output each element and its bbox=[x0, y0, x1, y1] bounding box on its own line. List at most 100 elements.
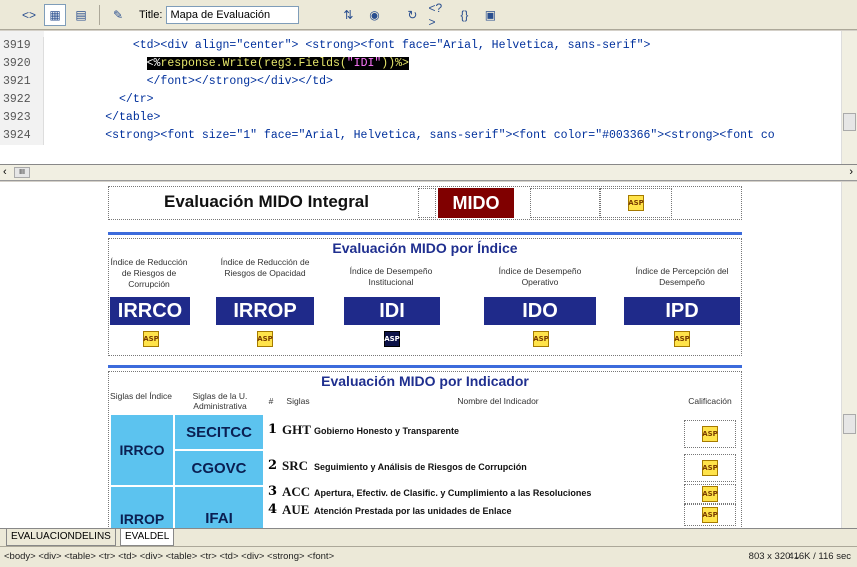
indice-title: Evaluación MIDO por Índice bbox=[332, 240, 518, 256]
scroll-thumb[interactable] bbox=[843, 113, 856, 131]
section-rule bbox=[108, 232, 742, 235]
download-size-time: 416K / 116 sec bbox=[788, 551, 851, 562]
asp-open-tag: <% bbox=[146, 57, 161, 70]
code-text: </table> bbox=[50, 111, 161, 124]
scroll-right-arrow-icon[interactable]: › bbox=[849, 166, 853, 178]
scroll-thumb[interactable] bbox=[843, 414, 856, 434]
idi-index-button[interactable]: IDI bbox=[344, 297, 440, 325]
visual-aids-icon[interactable]: ▣ bbox=[479, 4, 501, 26]
code-line: 3922 </tr> bbox=[0, 91, 857, 109]
document-toolbar: <> ▦ ▤ ✎ Title: ⇅ ◉ ↻ <?> {} ▣ bbox=[0, 0, 857, 30]
status-bar: <body> <div> <table> <tr> <td> <div> <ta… bbox=[0, 546, 857, 567]
line-number: 3919 bbox=[0, 37, 44, 55]
col-header: Nombre del Indicador bbox=[457, 396, 539, 406]
row-sigla: SRC bbox=[282, 458, 309, 473]
tab-evaldel[interactable]: EVALDEL bbox=[120, 529, 175, 546]
title-label: Title: bbox=[139, 8, 163, 21]
index-label: Índice de Desempeño Operativo bbox=[498, 266, 582, 287]
preview-browser-icon[interactable]: ◉ bbox=[363, 4, 385, 26]
code-line-highlighted: 3920 <%response.Write(reg3.Fields("IDI")… bbox=[0, 55, 857, 73]
irrco-index-button[interactable]: IRRCO bbox=[110, 297, 190, 325]
code-horizontal-scrollbar[interactable]: ‹ III › bbox=[0, 165, 857, 181]
scroll-left-arrow-icon[interactable]: ‹ bbox=[3, 166, 7, 178]
unit-cell: SECITCC bbox=[174, 414, 264, 450]
spacer-cell bbox=[530, 188, 600, 218]
row-number: 3 bbox=[268, 484, 278, 499]
row-number: 1 bbox=[268, 422, 278, 437]
col-header: Siglas del Índice bbox=[110, 391, 172, 401]
title-input[interactable] bbox=[166, 5, 300, 24]
refresh-icon[interactable]: ↻ bbox=[401, 4, 423, 26]
line-number: 3922 bbox=[0, 91, 44, 109]
asp-icon[interactable]: ASP bbox=[533, 331, 549, 347]
col-header: Siglas de la U. Administrativa bbox=[192, 391, 248, 411]
row-number: 4 bbox=[268, 502, 278, 517]
code-text: <strong><font size="1" face="Arial, Helv… bbox=[50, 129, 775, 142]
unit-cell: IFAI bbox=[174, 486, 264, 528]
design-view[interactable]: Evaluación MIDO Integral MIDO ASP Evalua… bbox=[0, 182, 841, 528]
tag-selector-path[interactable]: <body> <div> <table> <tr> <td> <div> <ta… bbox=[4, 551, 334, 562]
ido-index-button[interactable]: IDO bbox=[484, 297, 596, 325]
asp-icon[interactable]: ASP bbox=[628, 195, 644, 211]
code-line: 3921 </font></strong></div></td> bbox=[0, 73, 857, 91]
asp-string: "IDI" bbox=[346, 57, 382, 70]
asp-icon[interactable]: ASP bbox=[257, 331, 273, 347]
code-vertical-scrollbar[interactable] bbox=[841, 31, 857, 164]
asp-icon[interactable]: ASP bbox=[702, 426, 718, 442]
indicador-title: Evaluación MIDO por Indicador bbox=[321, 373, 529, 389]
asp-close-tag: ))%> bbox=[381, 57, 409, 70]
mido-box: MIDO bbox=[438, 188, 514, 218]
asp-icon-selected[interactable]: ASP bbox=[384, 331, 400, 347]
file-management-icon[interactable]: ⇅ bbox=[337, 4, 359, 26]
split-view-icon[interactable]: ▦ bbox=[44, 3, 66, 26]
code-nav-icon[interactable]: <?> bbox=[427, 1, 449, 29]
row-name: Apertura, Efectiv. de Clasific. y Cumpli… bbox=[314, 488, 592, 498]
line-number: 3921 bbox=[0, 73, 44, 91]
code-line: 3924 <strong><font size="1" face="Arial,… bbox=[0, 127, 857, 145]
ipd-index-button[interactable]: IPD bbox=[624, 297, 740, 325]
line-number: 3924 bbox=[0, 127, 44, 145]
spacer-cell bbox=[418, 188, 436, 218]
asp-icon[interactable]: ASP bbox=[702, 507, 718, 523]
group-cell-irrop: IRROP bbox=[110, 486, 174, 528]
asp-icon[interactable]: ASP bbox=[674, 331, 690, 347]
row-sigla: ACC bbox=[282, 484, 311, 499]
irrop-index-button[interactable]: IRROP bbox=[216, 297, 314, 325]
col-header: # bbox=[268, 396, 274, 406]
asp-icon[interactable]: ASP bbox=[702, 460, 718, 476]
toolbar-separator bbox=[99, 4, 100, 25]
row-number: 2 bbox=[268, 458, 278, 473]
index-label: Índice de Desempeño Institucional bbox=[349, 266, 433, 287]
row-name: Gobierno Honesto y Transparente bbox=[314, 426, 460, 436]
code-view-icon[interactable]: <> bbox=[18, 4, 40, 26]
row-sigla: GHT bbox=[282, 422, 311, 437]
line-number: 3923 bbox=[0, 109, 44, 127]
code-editor[interactable]: 3919 <td><div align="center"> <strong><f… bbox=[0, 31, 857, 165]
section-rule bbox=[108, 365, 742, 368]
col-header: Siglas bbox=[286, 396, 310, 406]
code-line: 3923 </table> bbox=[0, 109, 857, 127]
asp-icon[interactable]: ASP bbox=[143, 331, 159, 347]
scroll-thumb[interactable]: III bbox=[14, 167, 30, 178]
asp-icon[interactable]: ASP bbox=[702, 486, 718, 502]
integral-title: Evaluación MIDO Integral bbox=[164, 192, 369, 211]
row-name: Seguimiento y Análisis de Riesgos de Cor… bbox=[314, 462, 527, 472]
row-name: Atención Prestada por las unidades de En… bbox=[314, 506, 512, 516]
document-tabs: EVALUACIONDELINS EVALDEL bbox=[0, 528, 857, 546]
group-cell-irrco: IRRCO bbox=[110, 414, 174, 486]
index-label: Índice de Reducción de Riesgos de Opacid… bbox=[220, 257, 310, 278]
live-data-icon[interactable]: ✎ bbox=[107, 4, 129, 26]
design-vertical-scrollbar[interactable] bbox=[841, 182, 857, 528]
code-text: </font></strong></div></td> bbox=[50, 75, 333, 88]
col-header: Calificación bbox=[688, 396, 732, 406]
code-line: 3919 <td><div align="center"> <strong><f… bbox=[0, 37, 857, 55]
unit-cell: CGOVC bbox=[174, 450, 264, 486]
tab-evaluaciondelins[interactable]: EVALUACIONDELINS bbox=[6, 529, 116, 546]
asp-code-selection[interactable]: <%response.Write(reg3.Fields("IDI"))%> bbox=[146, 57, 409, 70]
design-view-icon[interactable]: ▤ bbox=[70, 4, 92, 26]
code-text: <td><div align="center"> <strong><font f… bbox=[50, 39, 651, 52]
row-sigla: AUE bbox=[282, 502, 310, 517]
asp-code: response.Write(reg3.Fields( bbox=[160, 57, 347, 70]
braces-icon[interactable]: {} bbox=[453, 4, 475, 26]
